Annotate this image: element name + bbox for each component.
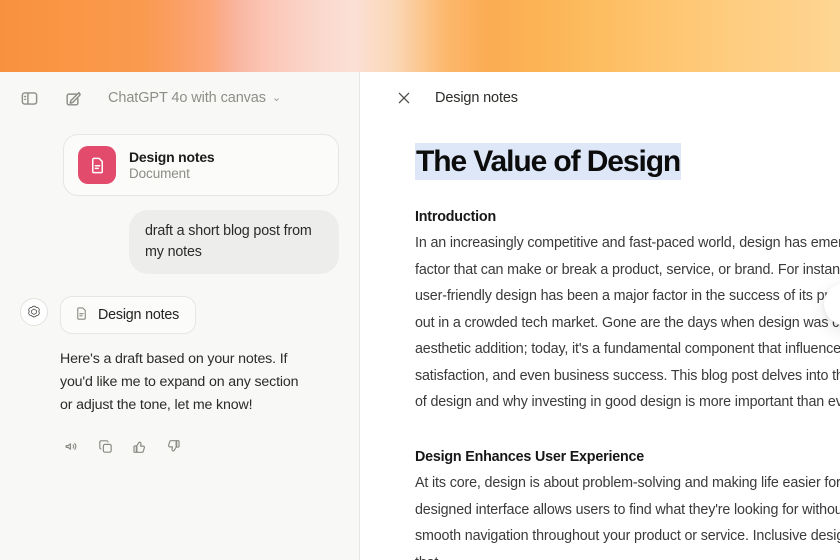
sidebar-panel-icon[interactable]: [14, 83, 44, 113]
attachment-meta: Design notes Document: [129, 149, 215, 181]
canvas-reference-pill[interactable]: Design notes: [60, 296, 197, 335]
document-icon: [78, 146, 116, 184]
canvas-reference-label: Design notes: [98, 307, 180, 324]
canvas-title: Design notes: [435, 90, 518, 106]
user-message-row: draft a short blog post from my notes: [20, 210, 339, 275]
model-selector[interactable]: ChatGPT 4o with canvas ⌄: [102, 86, 287, 110]
attachment-title: Design notes: [129, 149, 215, 165]
read-aloud-button[interactable]: [60, 435, 82, 457]
openai-logo-icon: [20, 298, 48, 327]
model-selector-label: ChatGPT 4o with canvas: [108, 90, 266, 106]
close-x-icon[interactable]: [389, 83, 419, 113]
user-message-bubble[interactable]: draft a short blog post from my notes: [129, 210, 339, 275]
gradient-banner: [0, 0, 840, 72]
chat-message-list: Design notes Document draft a short blog…: [0, 134, 359, 457]
canvas-topbar: Design notes: [361, 72, 840, 124]
thumbs-down-button[interactable]: [162, 435, 184, 457]
thumbs-up-button[interactable]: [128, 435, 150, 457]
document-heading-wrap: The Value of Design: [415, 143, 840, 180]
assistant-content: Design notes Here's a draft based on you…: [60, 296, 339, 457]
copy-button[interactable]: [94, 435, 116, 457]
canvas-document[interactable]: The Value of Design Introduction In an i…: [415, 143, 840, 560]
message-actions: [60, 435, 339, 457]
document-section2-heading: Design Enhances User Experience: [415, 449, 645, 466]
document-icon: [74, 306, 89, 325]
attachment-subtitle: Document: [129, 166, 190, 181]
document-section1-heading: Introduction: [415, 209, 496, 226]
attachment-card[interactable]: Design notes Document: [63, 134, 339, 196]
document-heading: The Value of Design: [415, 143, 681, 180]
canvas-panel: Design notes The Value of Design Introdu…: [361, 72, 840, 560]
document-section1-body: In an increasingly competitive and fast-…: [415, 235, 840, 411]
document-section2-body: At its core, design is about problem-sol…: [415, 475, 840, 560]
assistant-message-text: Here's a draft based on your notes. If y…: [60, 351, 299, 414]
app-root: ChatGPT 4o with canvas ⌄ Design notes Do…: [0, 0, 840, 560]
chat-panel: ChatGPT 4o with canvas ⌄ Design notes Do…: [0, 72, 360, 560]
chevron-down-icon: ⌄: [271, 91, 282, 104]
assistant-message-row: Design notes Here's a draft based on you…: [20, 296, 339, 457]
chat-topbar: ChatGPT 4o with canvas ⌄: [0, 72, 359, 124]
compose-pencil-icon[interactable]: [58, 83, 88, 113]
